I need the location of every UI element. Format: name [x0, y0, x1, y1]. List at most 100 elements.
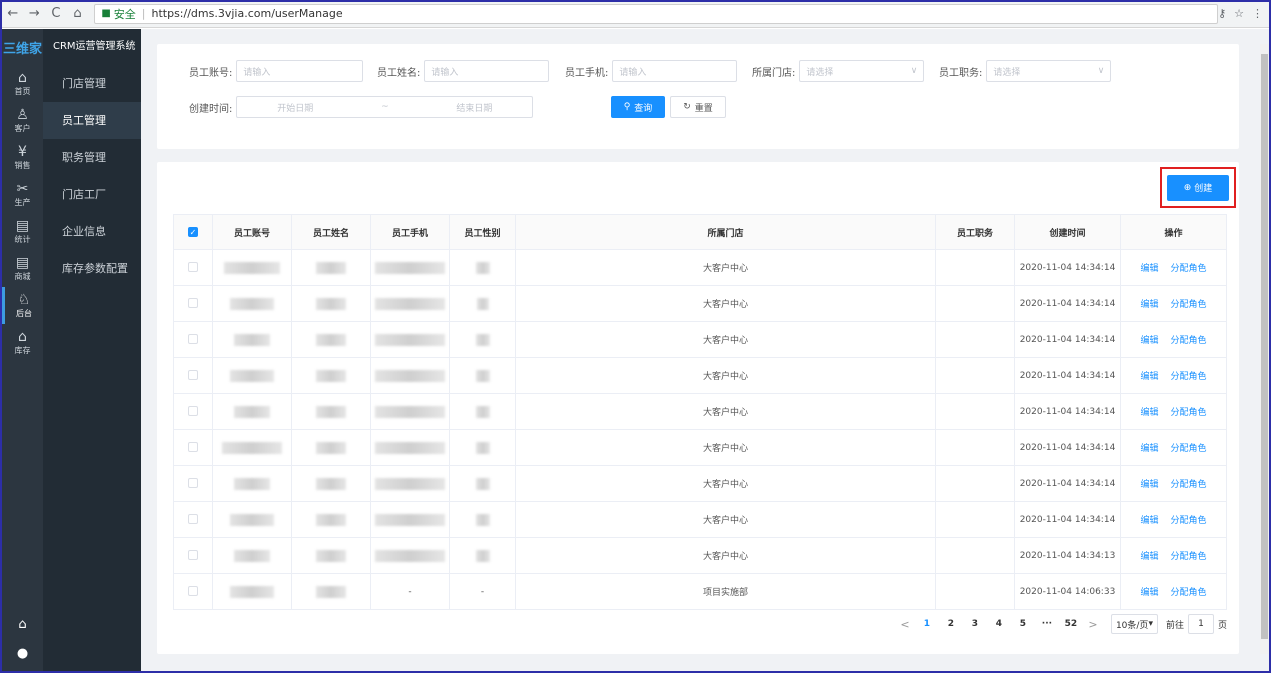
redacted-account [230, 585, 274, 598]
assign-role-link[interactable]: 分配角色 [1171, 588, 1207, 598]
account-label: 员工账号: [189, 67, 233, 79]
goto-input[interactable]: 1 [1187, 614, 1214, 634]
row-checkbox[interactable] [173, 321, 213, 358]
edit-link[interactable]: 编辑 [1140, 588, 1158, 598]
rail-item-sales[interactable]: ¥ 销售 [2, 139, 43, 176]
redacted-gender [475, 549, 490, 562]
url-text[interactable]: https://dms.3vjia.com/userManage [151, 7, 342, 20]
home-icon[interactable]: ⌂ [69, 6, 87, 21]
reload-icon[interactable]: C [47, 6, 65, 21]
date-range-picker[interactable]: 开始日期 ~ 结束日期 [236, 96, 534, 118]
edit-link[interactable]: 编辑 [1140, 300, 1158, 310]
forward-icon[interactable]: → [26, 6, 44, 21]
rail-item-inventory[interactable]: ⌂ 库存 [2, 324, 43, 361]
page-ellipsis[interactable]: ··· [1035, 619, 1059, 629]
cell-name [291, 537, 371, 574]
cell-gender [449, 537, 516, 574]
assign-role-link[interactable]: 分配角色 [1171, 444, 1207, 454]
search-button[interactable]: ⚲ 查询 [611, 96, 665, 118]
row-checkbox[interactable] [173, 285, 213, 322]
yen-icon: ¥ [18, 143, 27, 160]
row-checkbox[interactable] [173, 249, 213, 286]
page-size-select[interactable]: 10条/页 ▾ [1110, 614, 1158, 634]
sub-item-company[interactable]: 企业信息 [43, 213, 141, 250]
position-select[interactable]: 请选择 ∨ [986, 60, 1112, 82]
edit-link[interactable]: 编辑 [1140, 336, 1158, 346]
edit-link[interactable]: 编辑 [1140, 372, 1158, 382]
rail-item-production[interactable]: ✂ 生产 [2, 176, 43, 213]
cell-created: 2020-11-04 14:34:14 [1014, 429, 1121, 466]
menu-icon[interactable]: ⋮ [1252, 7, 1263, 20]
row-checkbox[interactable] [173, 357, 213, 394]
rail-item-statistics[interactable]: ▤ 统计 [2, 213, 43, 250]
next-page-icon[interactable]: > [1083, 618, 1103, 631]
row-checkbox[interactable] [173, 429, 213, 466]
assign-role-link[interactable]: 分配角色 [1171, 480, 1207, 490]
page-4[interactable]: 4 [987, 619, 1011, 629]
cell-account [212, 357, 292, 394]
sub-item-position[interactable]: 职务管理 [43, 139, 141, 176]
page-scrollbar[interactable] [1260, 44, 1269, 654]
home-icon: ⌂ [18, 69, 27, 86]
row-checkbox[interactable] [173, 537, 213, 574]
notification-icon[interactable]: ⌂ [18, 617, 26, 632]
cell-store: 大客户中心 [515, 357, 936, 394]
page-last[interactable]: 52 [1059, 619, 1083, 629]
assign-role-link[interactable]: 分配角色 [1171, 516, 1207, 526]
assign-role-link[interactable]: 分配角色 [1171, 372, 1207, 382]
user-avatar-icon[interactable]: ● [17, 646, 28, 661]
address-bar[interactable]: ■ 安全 | https://dms.3vjia.com/userManage [94, 3, 1219, 24]
rail-item-mall[interactable]: ▤ 商城 [2, 250, 43, 287]
assign-role-link[interactable]: 分配角色 [1171, 552, 1207, 562]
select-all-checkbox[interactable]: ✓ [173, 214, 213, 250]
search-icon: ⚲ [623, 102, 631, 112]
account-input[interactable]: 请输入 [236, 60, 364, 82]
page-3[interactable]: 3 [963, 619, 987, 629]
rail-item-customer[interactable]: ♙ 客户 [2, 102, 43, 139]
page-5[interactable]: 5 [1011, 619, 1035, 629]
sub-item-factory[interactable]: 门店工厂 [43, 176, 141, 213]
name-input[interactable]: 请输入 [424, 60, 550, 82]
assign-role-link[interactable]: 分配角色 [1171, 300, 1207, 310]
page-1[interactable]: 1 [915, 619, 939, 629]
store-label: 所属门店: [752, 67, 796, 79]
main-content: 员工账号: 请输入 员工姓名: 请输入 员工手机: 请输入 所属门店: 请选择 ∨… [141, 29, 1269, 671]
prev-page-icon[interactable]: < [895, 618, 915, 631]
cell-phone [370, 285, 450, 322]
assign-role-link[interactable]: 分配角色 [1171, 264, 1207, 274]
row-checkbox[interactable] [173, 573, 213, 610]
rail-label: 生产 [14, 197, 31, 207]
row-checkbox[interactable] [173, 465, 213, 502]
rail-item-home[interactable]: ⌂ 首页 [2, 65, 43, 102]
redacted-phone [375, 369, 445, 382]
assign-role-link[interactable]: 分配角色 [1171, 336, 1207, 346]
page-2[interactable]: 2 [939, 619, 963, 629]
edit-link[interactable]: 编辑 [1140, 516, 1158, 526]
star-icon[interactable]: ☆ [1234, 7, 1244, 20]
sub-item-store[interactable]: 门店管理 [43, 65, 141, 102]
back-icon[interactable]: ← [4, 6, 22, 21]
scroll-thumb[interactable] [1261, 54, 1268, 639]
edit-link[interactable]: 编辑 [1140, 264, 1158, 274]
create-button[interactable]: ⊕ 创建 [1167, 174, 1229, 201]
header-name: 员工姓名 [291, 214, 371, 250]
sub-item-staff[interactable]: 员工管理 [43, 102, 141, 139]
store-select[interactable]: 请选择 ∨ [799, 60, 925, 82]
assign-role-link[interactable]: 分配角色 [1171, 408, 1207, 418]
row-checkbox[interactable] [173, 501, 213, 538]
key-icon[interactable]: ⚷ [1218, 7, 1226, 20]
redacted-phone [375, 549, 445, 562]
edit-link[interactable]: 编辑 [1140, 444, 1158, 454]
edit-link[interactable]: 编辑 [1140, 408, 1158, 418]
reset-button[interactable]: ↻ 重置 [670, 96, 726, 118]
cell-gender [449, 285, 516, 322]
sub-item-inventory-config[interactable]: 库存参数配置 [43, 250, 141, 287]
edit-link[interactable]: 编辑 [1140, 480, 1158, 490]
cell-created: 2020-11-04 14:34:14 [1014, 249, 1121, 286]
rail-item-backend[interactable]: ♘ 后台 [2, 287, 43, 324]
table-row: 大客户中心 2020-11-04 14:34:14 编辑 分配角色 [173, 357, 1227, 394]
phone-input[interactable]: 请输入 [612, 60, 738, 82]
edit-link[interactable]: 编辑 [1140, 552, 1158, 562]
range-separator: ~ [381, 102, 389, 112]
row-checkbox[interactable] [173, 393, 213, 430]
